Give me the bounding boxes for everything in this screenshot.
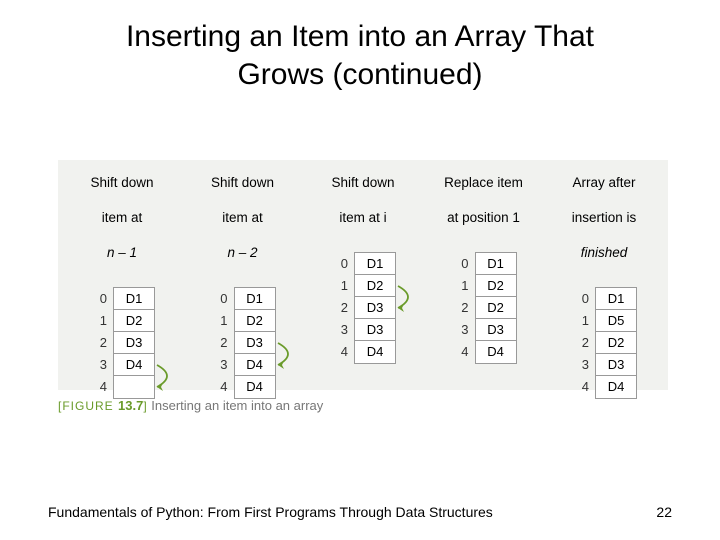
array-cell: [114, 376, 154, 398]
shift-arrow-icon: [276, 287, 306, 373]
array-cell: D1: [355, 253, 395, 275]
index-label: 1: [210, 310, 234, 332]
array-diagram: 01234D1D2D3D4D4: [210, 287, 276, 399]
array-diagram: 01234D1D2D2D3D4: [451, 252, 517, 364]
array-column-2: Shift downitem at i01234D1D2D3D3D4: [305, 174, 421, 364]
index-label: 0: [451, 253, 475, 275]
index-label: 4: [89, 376, 113, 398]
index-label: 3: [571, 354, 595, 376]
index-label: 2: [210, 332, 234, 354]
figure-tag-open: [FIGURE: [58, 399, 118, 413]
array-cell: D1: [596, 288, 636, 310]
index-label: 4: [330, 341, 354, 363]
shift-arrow-icon: [396, 252, 426, 316]
array-cell: D4: [235, 376, 275, 398]
array-cell: D2: [355, 275, 395, 297]
array-cell: D4: [235, 354, 275, 376]
array-diagram: 01234 D1D2D3D4: [89, 287, 155, 399]
array-column-1: Shift downitem atn – 201234D1D2D3D4D4: [185, 174, 301, 399]
array-cell: D3: [235, 332, 275, 354]
slide-title: Inserting an Item into an Array That Gro…: [0, 18, 720, 93]
index-label: 3: [210, 354, 234, 376]
column-header: Replace item at position 1: [444, 174, 523, 244]
index-label: 2: [89, 332, 113, 354]
index-label: 2: [330, 297, 354, 319]
figure-caption: [FIGURE 13.7] Inserting an item into an …: [58, 398, 323, 413]
array-cell: D3: [355, 319, 395, 341]
header-line-2: finished: [572, 244, 637, 262]
index-label: 1: [571, 310, 595, 332]
index-label: 2: [571, 332, 595, 354]
array-cell: D1: [235, 288, 275, 310]
header-line-1: item at: [90, 209, 153, 227]
array-cell: D4: [476, 341, 516, 363]
header-line-1: at position 1: [444, 209, 523, 227]
array-cell: D3: [596, 354, 636, 376]
header-line-2: n – 1: [90, 244, 153, 262]
array-cell: D2: [596, 332, 636, 354]
header-line-0: Array after: [572, 174, 637, 192]
array-cell: D2: [476, 297, 516, 319]
shift-arrow-icon: [155, 287, 185, 395]
title-line-2: Grows (continued): [237, 58, 482, 91]
index-label: 1: [330, 275, 354, 297]
array-column-0: Shift down item at n – 1 01234 D1D2D3D4: [64, 174, 180, 399]
header-line-2: n – 2: [211, 244, 274, 262]
array-cell: D5: [596, 310, 636, 332]
header-line-0: Replace item: [444, 174, 523, 192]
header-line-1: item at: [211, 209, 274, 227]
header-line-1: insertion is: [572, 209, 637, 227]
index-label: 0: [210, 288, 234, 310]
array-cell: D2: [235, 310, 275, 332]
index-label: 0: [89, 288, 113, 310]
array-cell: D3: [476, 319, 516, 341]
column-header: Array after insertion is finished: [572, 174, 637, 279]
array-cell: D3: [114, 332, 154, 354]
index-label: 1: [451, 275, 475, 297]
index-label: 3: [330, 319, 354, 341]
column-header: Shift down item at n – 2: [211, 174, 274, 279]
header-line-0: Shift down: [90, 174, 153, 192]
header-line-0: Shift down: [211, 174, 274, 192]
column-header: Shift down item at n – 1: [90, 174, 153, 279]
figure-area: Shift downitem atn – 101234D1D2D3D4Shift…: [58, 160, 668, 390]
index-label: 2: [451, 297, 475, 319]
array-cell: D2: [476, 275, 516, 297]
figure-number: 13.7: [118, 398, 143, 413]
index-label: 3: [451, 319, 475, 341]
array-column-4: Array after insertion is finished 01234 D1D5…: [546, 174, 662, 399]
array-diagram: 01234D1D2D3D3D4: [330, 252, 396, 364]
array-column-3: Replace itemat position 101234D1D2D2D3D4: [426, 174, 542, 364]
index-label: 0: [330, 253, 354, 275]
index-label: 0: [571, 288, 595, 310]
page-number: 22: [656, 504, 672, 520]
header-line-0: Shift down: [331, 174, 394, 192]
array-cell: D4: [596, 376, 636, 398]
index-label: 4: [451, 341, 475, 363]
caption-text: Inserting an item into an array: [148, 398, 324, 413]
array-cell: D4: [114, 354, 154, 376]
index-label: 4: [571, 376, 595, 398]
array-diagram: 01234 D1D5D2D3D4: [571, 287, 637, 399]
array-columns: Shift downitem atn – 101234D1D2D3D4Shift…: [58, 174, 668, 390]
index-label: 1: [89, 310, 113, 332]
column-header: Shift down item at i: [331, 174, 394, 244]
header-line-1: item at i: [331, 209, 394, 227]
footer-text: Fundamentals of Python: From First Progr…: [48, 504, 493, 520]
array-cell: D1: [114, 288, 154, 310]
array-cell: D1: [476, 253, 516, 275]
array-cell: D3: [355, 297, 395, 319]
index-label: 3: [89, 354, 113, 376]
title-line-1: Inserting an Item into an Array That: [126, 20, 594, 53]
array-cell: D2: [114, 310, 154, 332]
array-cell: D4: [355, 341, 395, 363]
index-label: 4: [210, 376, 234, 398]
